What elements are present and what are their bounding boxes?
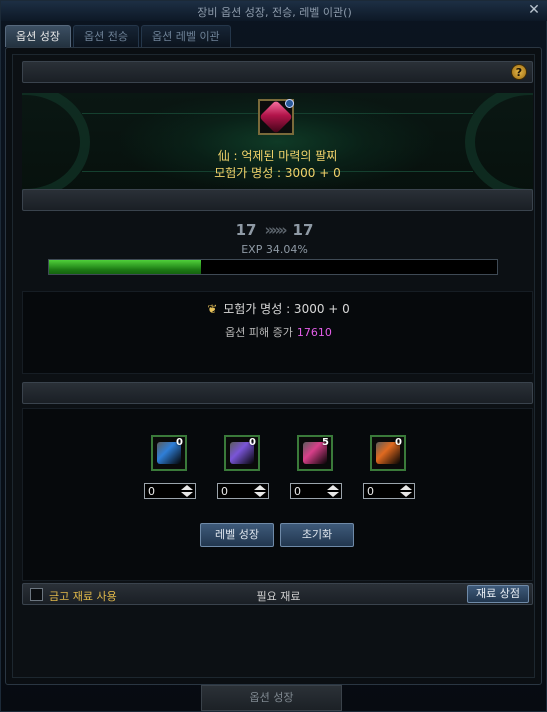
material-count: 0 [395, 437, 402, 448]
exp-progress-bar [48, 259, 498, 275]
quantity-value: 0 [221, 485, 228, 498]
option-growth-button[interactable]: 옵션 성장 [201, 685, 342, 711]
quantity-stepper[interactable]: 0 [217, 483, 269, 499]
damage-value: 17610 [296, 326, 332, 339]
tab-option-transfer[interactable]: 옵션 전승 [72, 25, 139, 47]
title-bar[interactable]: 장비 옵션 성장, 전승, 레벨 이관() ✕ [1, 1, 547, 21]
material-purple: 0 0 [217, 435, 277, 499]
help-icon[interactable]: ? [511, 64, 527, 80]
fame-icon: ❦ [207, 302, 218, 316]
use-vault-materials-checkbox[interactable] [30, 588, 43, 601]
pink-cube-icon[interactable]: 5 [297, 435, 333, 471]
current-level: 17 [235, 221, 257, 239]
material-count: 5 [322, 437, 329, 448]
panel-inner: ? 仙 : 억제된 마력의 팔찌 모험가 명성 : 3000 + 0 17 »»»… [12, 54, 535, 678]
stepper-arrows-icon[interactable] [181, 485, 193, 498]
stats-box: ❦ 모험가 명성 : 3000 + 0 옵션 피해 증가 17610 [22, 291, 533, 374]
exp-text: EXP 34.04% [241, 243, 308, 256]
required-materials-bar: 금고 재료 사용 필요 재료 재료 상점 [22, 583, 533, 605]
quantity-stepper[interactable]: 0 [363, 483, 415, 499]
tab-option-level-migration[interactable]: 옵션 레벨 이관 [140, 25, 231, 47]
quantity-value: 0 [367, 485, 374, 498]
stepper-arrows-icon[interactable] [254, 485, 266, 498]
blue-cube-icon[interactable]: 0 [151, 435, 187, 471]
quantity-value: 0 [294, 485, 301, 498]
item-header-bar: ? [22, 61, 533, 83]
use-vault-materials-label: 금고 재료 사용 [49, 590, 117, 603]
material-count: 0 [249, 437, 256, 448]
window-title: 장비 옵션 성장, 전승, 레벨 이관() [197, 6, 352, 19]
orange-cube-icon[interactable]: 0 [370, 435, 406, 471]
option-growth-window: 장비 옵션 성장, 전승, 레벨 이관() ✕ 옵션 성장 옵션 전승 옵션 레… [0, 0, 547, 712]
close-icon[interactable]: ✕ [526, 2, 542, 18]
materials-box: 0 0 0 0 5 0 0 0 레벨 성장 초기화 [22, 408, 533, 581]
stepper-arrows-icon[interactable] [327, 485, 339, 498]
quantity-stepper[interactable]: 0 [144, 483, 196, 499]
damage-label: 옵션 피해 증가 [225, 326, 293, 339]
material-blue: 0 0 [144, 435, 204, 499]
fame-stat-text: 모험가 명성 : 3000 + 0 [223, 302, 350, 316]
purple-cube-icon[interactable]: 0 [224, 435, 260, 471]
level-up-button[interactable]: 레벨 성장 [200, 523, 274, 547]
damage-stat: 옵션 피해 증가 17610 [23, 324, 534, 340]
level-display: 17 »»» 17 [13, 221, 536, 239]
exp-progress-fill [49, 260, 202, 274]
tab-bar: 옵션 성장 옵션 전승 옵션 레벨 이관 [5, 25, 231, 47]
level-arrow-icon: »»» [264, 221, 287, 239]
fame-stat: ❦ 모험가 명성 : 3000 + 0 [23, 300, 534, 317]
next-level: 17 [292, 221, 314, 239]
material-orange: 0 0 [363, 435, 423, 499]
reset-button[interactable]: 초기화 [280, 523, 354, 547]
material-count: 0 [176, 437, 183, 448]
tab-option-growth[interactable]: 옵션 성장 [5, 25, 71, 47]
main-panel: ? 仙 : 억제된 마력의 팔찌 모험가 명성 : 3000 + 0 17 »»»… [5, 47, 542, 685]
quantity-stepper[interactable]: 0 [290, 483, 342, 499]
item-badge-icon [285, 99, 294, 108]
material-pink: 5 0 [290, 435, 350, 499]
level-header-bar [22, 189, 533, 211]
materials-header-bar [22, 382, 533, 404]
quantity-value: 0 [148, 485, 155, 498]
item-fame: 모험가 명성 : 3000 + 0 [214, 166, 341, 180]
material-shop-button[interactable]: 재료 상점 [467, 585, 529, 603]
item-banner: 仙 : 억제된 마력의 팔찌 모험가 명성 : 3000 + 0 [22, 93, 533, 191]
bracelet-gem-icon[interactable] [258, 99, 294, 135]
stepper-arrows-icon[interactable] [400, 485, 412, 498]
item-name: 仙 : 억제된 마력의 팔찌 [217, 149, 338, 163]
